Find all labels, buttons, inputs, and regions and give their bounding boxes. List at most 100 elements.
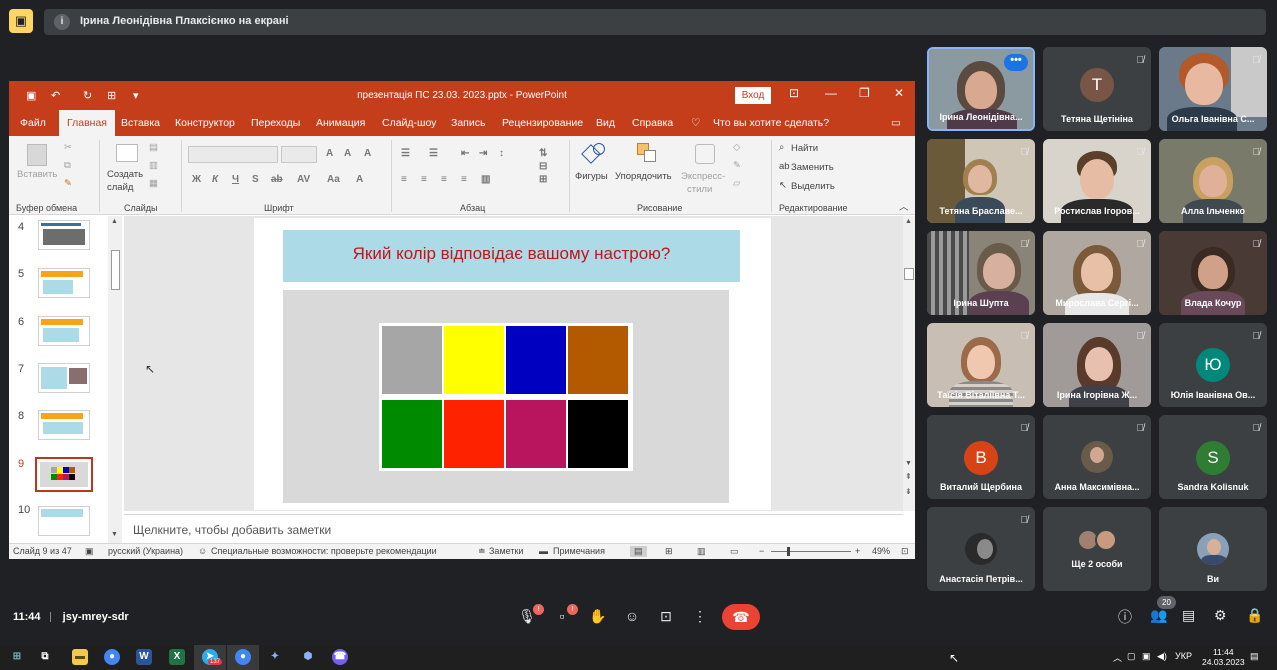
- outdent-icon[interactable]: ⇥: [479, 148, 487, 159]
- scroll-thumb[interactable]: [904, 268, 914, 280]
- copy-icon[interactable]: ⧉: [64, 160, 71, 171]
- close-icon[interactable]: ✕: [894, 86, 904, 100]
- select-button[interactable]: Выделить: [791, 181, 835, 192]
- replace-button[interactable]: Заменить: [791, 162, 834, 173]
- prev-slide-icon[interactable]: ⇞: [905, 472, 912, 481]
- next-slide-icon[interactable]: ⇟: [905, 487, 912, 496]
- tab-animations[interactable]: Анимация: [316, 117, 365, 129]
- volume-icon[interactable]: ◀): [1157, 651, 1167, 662]
- slide-thumbnail[interactable]: [38, 268, 90, 298]
- tab-insert[interactable]: Вставка: [121, 117, 160, 129]
- participant-tile[interactable]: 🎙̸ Тетяна Браславе...: [927, 139, 1035, 223]
- comments-button[interactable]: Примечания: [553, 546, 605, 556]
- bold-button[interactable]: Ж: [192, 174, 201, 185]
- slideshow-icon[interactable]: ▭: [730, 546, 739, 557]
- columns-icon[interactable]: ▥: [481, 174, 490, 185]
- shape-effects-icon[interactable]: ▱: [733, 178, 740, 189]
- line-spacing-icon[interactable]: ↕: [499, 148, 504, 159]
- notifications-icon[interactable]: ▤: [1250, 651, 1259, 662]
- arrange-button[interactable]: Упорядочить: [615, 171, 672, 182]
- participant-tile[interactable]: 🎙̸ Ростислав Ігоров...: [1043, 139, 1151, 223]
- zoom-in-icon[interactable]: +: [855, 546, 860, 556]
- scroll-up-icon[interactable]: ▲: [111, 218, 118, 225]
- align-right-icon[interactable]: ≡: [441, 174, 447, 185]
- normal-view-icon[interactable]: ▤: [630, 546, 647, 557]
- participant-tile[interactable]: Ще 2 особи: [1043, 507, 1151, 591]
- participant-tile[interactable]: 🎙̸ Мирослава Сергі...: [1043, 231, 1151, 315]
- slide-thumbnail[interactable]: [38, 316, 90, 346]
- participant-tile[interactable]: 🎙̸ Ірина Ігорівна Ж...: [1043, 323, 1151, 407]
- info-icon[interactable]: i: [54, 14, 70, 30]
- participant-tile[interactable]: 🎙̸ Ю Юлія Іванівна Ов...: [1159, 323, 1267, 407]
- italic-button[interactable]: К: [212, 174, 218, 185]
- tab-slideshow[interactable]: Слайд-шоу: [382, 117, 436, 129]
- slide-thumbnail[interactable]: [38, 363, 90, 393]
- tab-home[interactable]: Главная: [59, 110, 115, 136]
- spellcheck-icon[interactable]: ▣: [85, 546, 94, 557]
- people-icon[interactable]: 👥: [1150, 607, 1167, 624]
- align-left-icon[interactable]: ≡: [401, 174, 407, 185]
- font-color-button[interactable]: A: [356, 174, 363, 185]
- participant-tile[interactable]: Ви: [1159, 507, 1267, 591]
- tab-design[interactable]: Конструктор: [175, 117, 235, 129]
- thumbnail-scrollbar[interactable]: ▲ ▼: [108, 216, 122, 543]
- chrome-icon[interactable]: ●: [104, 649, 120, 665]
- viber-icon[interactable]: ☎: [332, 649, 348, 665]
- reading-view-icon[interactable]: ▥: [697, 546, 706, 557]
- activities-icon[interactable]: ⚙: [1214, 607, 1227, 624]
- chrome-task-active[interactable]: ●: [227, 645, 259, 670]
- paste-button[interactable]: Вставить: [17, 169, 57, 180]
- host-controls-icon[interactable]: 🔒: [1246, 607, 1263, 624]
- quick-styles-button[interactable]: Экспресс-: [681, 171, 725, 182]
- slide-thumbnail[interactable]: [38, 410, 90, 440]
- word-icon[interactable]: W: [136, 649, 152, 665]
- participant-tile[interactable]: 🎙̸ Ольга Іванівна С...: [1159, 47, 1267, 131]
- slide-title-box[interactable]: Який колір відповідає вашому настрою?: [283, 230, 740, 282]
- slide-thumbnail[interactable]: [38, 506, 90, 536]
- telegram-task[interactable]: ➤ 137: [194, 645, 226, 670]
- zoom-slider[interactable]: [771, 551, 851, 552]
- excel-icon[interactable]: X: [169, 649, 185, 665]
- justify-icon[interactable]: ≡: [461, 174, 467, 185]
- participant-tile[interactable]: ••• Ірина Леонідівна...: [927, 47, 1035, 131]
- color-swatches-image[interactable]: [379, 323, 633, 471]
- text-direction-icon[interactable]: ⇅: [539, 148, 547, 159]
- notes-pane[interactable]: Щелкните, чтобы добавить заметки: [124, 514, 903, 542]
- participant-tile[interactable]: 🎙̸ Анна Максимівна...: [1043, 415, 1151, 499]
- fit-slide-icon[interactable]: ⊡: [901, 546, 909, 557]
- format-painter-icon[interactable]: ✎: [64, 178, 72, 189]
- info-icon[interactable]: ⓘ: [1118, 607, 1132, 627]
- scroll-thumb[interactable]: [111, 250, 120, 290]
- file-explorer-icon[interactable]: ▬: [72, 649, 88, 665]
- tray-screen-icon[interactable]: ▢: [1127, 651, 1136, 662]
- minimize-icon[interactable]: —: [825, 86, 837, 100]
- task-view-icon[interactable]: ⧉: [37, 649, 53, 665]
- notes-button[interactable]: Заметки: [489, 546, 523, 556]
- slide-thumbnail[interactable]: [38, 220, 90, 250]
- tray-app-icon[interactable]: ▣: [1142, 651, 1151, 662]
- shapes-button[interactable]: Фигуры: [575, 171, 608, 182]
- strikethrough-button[interactable]: ab: [271, 174, 283, 185]
- present-screen-icon[interactable]: ⊡: [654, 604, 678, 628]
- more-options-icon[interactable]: •••: [1004, 54, 1028, 71]
- underline-button[interactable]: Ч: [232, 174, 239, 185]
- more-options-icon[interactable]: ⋮: [688, 604, 712, 628]
- presentation-icon[interactable]: ▣: [9, 9, 33, 33]
- zoom-level[interactable]: 49%: [872, 546, 890, 556]
- emoji-icon[interactable]: ☺: [620, 604, 644, 628]
- participant-tile[interactable]: 🎙̸ Алла Ільченко: [1159, 139, 1267, 223]
- shape-outline-icon[interactable]: ✎: [733, 160, 741, 171]
- font-family-select[interactable]: [188, 146, 278, 163]
- tray-clock[interactable]: 11:44 24.03.2023: [1202, 647, 1245, 667]
- slide-thumbnail-selected[interactable]: [35, 457, 93, 492]
- current-slide[interactable]: Який колір відповідає вашому настрою?: [254, 218, 771, 510]
- raise-hand-icon[interactable]: ✋: [586, 604, 610, 628]
- slide-sorter-icon[interactable]: ⊞: [665, 546, 673, 557]
- tab-review[interactable]: Рецензирование: [502, 117, 583, 129]
- layout-icon[interactable]: ▤: [149, 142, 158, 153]
- tell-me-search[interactable]: Что вы хотите сделать?: [713, 117, 829, 129]
- scroll-down-icon[interactable]: ▼: [111, 531, 118, 538]
- tab-help[interactable]: Справка: [632, 117, 673, 129]
- section-icon[interactable]: ▦: [149, 178, 158, 189]
- network-app-icon[interactable]: ✦: [267, 649, 283, 665]
